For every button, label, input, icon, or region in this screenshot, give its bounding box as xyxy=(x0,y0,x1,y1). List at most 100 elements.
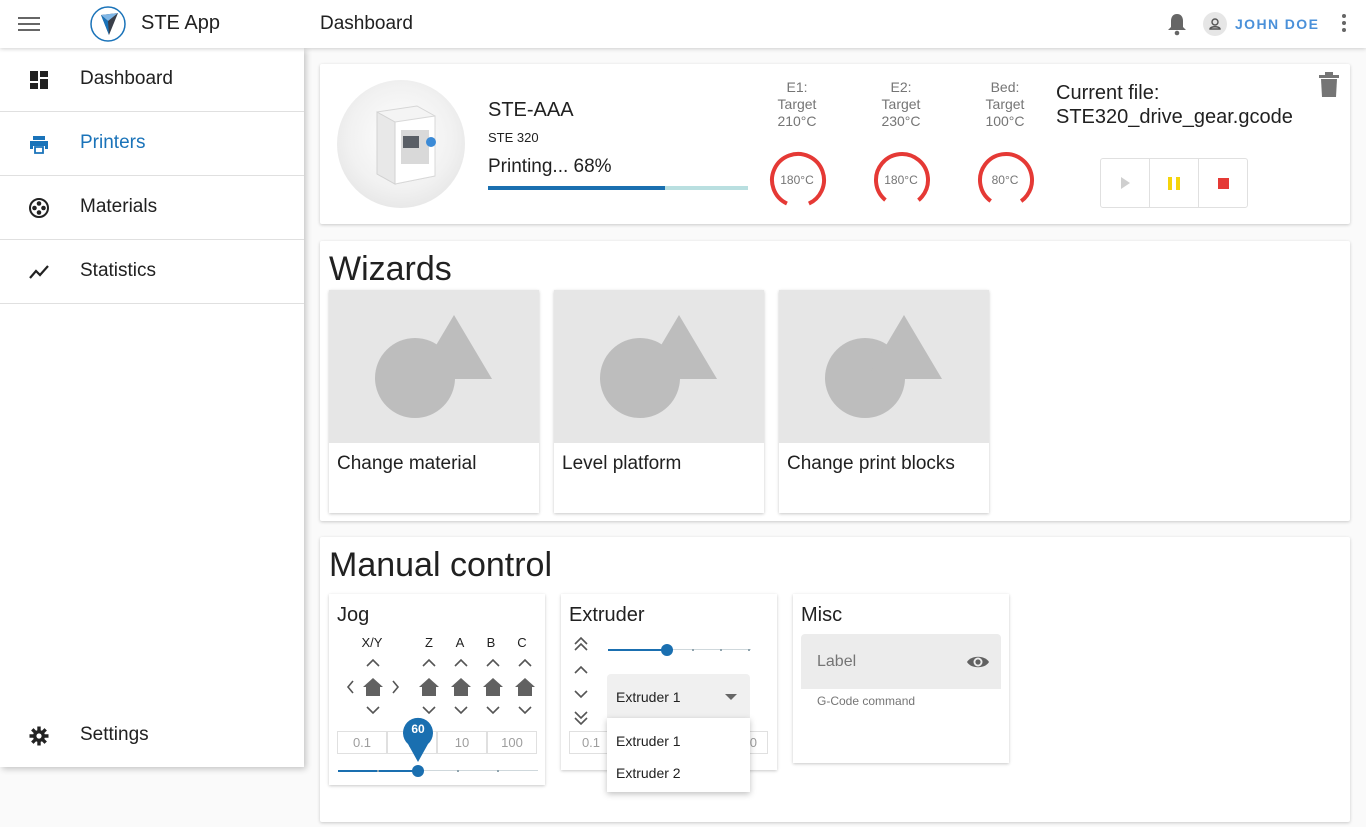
more-vert-icon[interactable] xyxy=(1338,14,1350,34)
wizard-change-print-blocks[interactable]: Change print blocks xyxy=(779,290,989,513)
trending-line-icon xyxy=(29,265,49,279)
extruder-title: Extruder xyxy=(569,604,645,626)
menu-icon[interactable] xyxy=(18,14,40,34)
wizard-label: Level platform xyxy=(562,453,682,474)
wizard-change-material[interactable]: Change material xyxy=(329,290,539,513)
bed-target-label: Target xyxy=(985,96,1025,112)
shapes-placeholder-icon xyxy=(375,315,492,418)
wizard-image xyxy=(779,290,989,443)
axis-label-c: C xyxy=(517,635,527,650)
jog-x-right-chevron-icon xyxy=(392,680,400,694)
printer-name: STE-AAA xyxy=(488,99,574,121)
wizard-level-platform[interactable]: Level platform xyxy=(554,290,764,513)
extrude-down-icon xyxy=(574,690,588,699)
slider-tick xyxy=(720,649,722,651)
sidebar-item-materials[interactable]: Materials xyxy=(0,176,304,240)
eye-icon[interactable] xyxy=(966,653,990,671)
dropdown-arrow-icon xyxy=(725,694,737,700)
pause-button[interactable] xyxy=(1149,158,1199,208)
extruder-slider-track[interactable] xyxy=(667,649,751,650)
wizard-label: Change material xyxy=(337,453,477,474)
page-title: Dashboard xyxy=(320,13,413,34)
slider-tick xyxy=(457,770,459,772)
slider-tick xyxy=(692,649,694,651)
e2-target-value: 230°C xyxy=(881,113,921,129)
person-icon xyxy=(1209,18,1221,30)
misc-title: Misc xyxy=(801,604,843,626)
jog-b-up-chevron-icon xyxy=(486,658,500,667)
jog-step-100[interactable]: 100 xyxy=(487,731,537,754)
jog-y-up-chevron-icon xyxy=(366,658,380,667)
bed-label: Bed: xyxy=(990,79,1020,95)
stop-button[interactable] xyxy=(1198,158,1248,208)
current-file: Current file: STE320_drive_gear.gcode xyxy=(1056,81,1293,129)
bed-current-temp: 80°C xyxy=(991,173,1019,187)
print-status: Printing... 68% xyxy=(488,156,612,177)
shapes-placeholder-icon xyxy=(825,315,942,418)
jog-step-0-1[interactable]: 0.1 xyxy=(337,731,387,754)
slider-tick xyxy=(377,770,379,772)
printer-model: STE 320 xyxy=(488,130,539,145)
app-logo xyxy=(90,6,126,42)
slider-value: 60 xyxy=(411,722,425,736)
user-name[interactable]: JOHN DOE xyxy=(1235,16,1319,32)
app-bar: STE App Dashboard JOHN DOE xyxy=(0,0,1366,48)
stop-icon xyxy=(1218,178,1229,189)
extruder-option-2[interactable]: Extruder 2 xyxy=(616,765,681,781)
extruder-option-1[interactable]: Extruder 1 xyxy=(616,733,681,749)
extruder-select[interactable]: Extruder 1 xyxy=(607,674,750,718)
bell-icon[interactable] xyxy=(1166,12,1188,36)
gear-icon xyxy=(29,726,49,746)
sidebar-item-printers[interactable]: Printers xyxy=(0,112,304,176)
extrude-fast-down-icon xyxy=(574,711,588,726)
bed-temp-label: Bed: Target 100°C xyxy=(970,79,1040,130)
extruder-slider-thumb[interactable] xyxy=(661,644,673,656)
home-z-icon xyxy=(419,678,439,696)
jog-slider-track[interactable] xyxy=(418,770,538,771)
app-title: STE App xyxy=(141,12,220,34)
wizard-image xyxy=(554,290,764,443)
sidebar-item-label: Statistics xyxy=(80,260,157,281)
home-b-icon xyxy=(483,678,503,696)
jog-step-10[interactable]: 10 xyxy=(437,731,487,754)
axis-label-z: Z xyxy=(425,635,433,650)
gcode-input-hint: G-Code command xyxy=(817,694,916,708)
wizards-title: Wizards xyxy=(329,250,452,288)
e1-target-label: Target xyxy=(777,96,817,112)
e2-temp-label: E2: Target 230°C xyxy=(866,79,936,130)
current-file-label: Current file: xyxy=(1056,82,1160,104)
e1-temp-label: E1: Target 210°C xyxy=(762,79,832,130)
shapes-placeholder-icon xyxy=(600,315,717,418)
slider-tick xyxy=(497,770,499,772)
wizard-label: Change print blocks xyxy=(787,453,955,474)
home-c-icon xyxy=(515,678,535,696)
printer-image xyxy=(337,80,465,208)
sidebar-item-statistics[interactable]: Statistics xyxy=(0,240,304,304)
e2-current-temp: 180°C xyxy=(884,173,918,187)
printer-icon xyxy=(30,136,48,154)
axis-label-b: B xyxy=(486,635,496,650)
extrude-up-icon xyxy=(574,665,588,674)
pause-icon xyxy=(1168,177,1180,190)
jog-c-up-chevron-icon xyxy=(518,658,532,667)
sidebar-item-settings[interactable]: Settings xyxy=(0,704,304,768)
sidebar-item-label: Settings xyxy=(80,724,149,745)
avatar[interactable] xyxy=(1203,12,1227,36)
play-button[interactable] xyxy=(1100,158,1150,208)
delete-icon[interactable] xyxy=(1318,72,1340,98)
jog-a-up-chevron-icon xyxy=(454,658,468,667)
dashboard-icon xyxy=(30,71,48,89)
jog-title: Jog xyxy=(337,604,370,626)
sidebar-item-label: Dashboard xyxy=(80,68,173,89)
print-progress-bar xyxy=(488,186,748,190)
wizard-image xyxy=(329,290,539,443)
gcode-input[interactable]: Label xyxy=(801,634,1001,689)
extruder-slider-track-active xyxy=(608,649,667,651)
sidebar-item-label: Materials xyxy=(80,196,158,217)
sidebar-item-dashboard[interactable]: Dashboard xyxy=(0,48,304,112)
jog-slider-thumb[interactable] xyxy=(412,765,424,777)
bed-target-value: 100°C xyxy=(985,113,1025,129)
e2-label: E2: xyxy=(890,79,912,95)
jog-y-down-chevron-icon xyxy=(366,706,380,715)
extruder-dropdown-menu: Extruder 1 Extruder 2 xyxy=(607,718,750,792)
